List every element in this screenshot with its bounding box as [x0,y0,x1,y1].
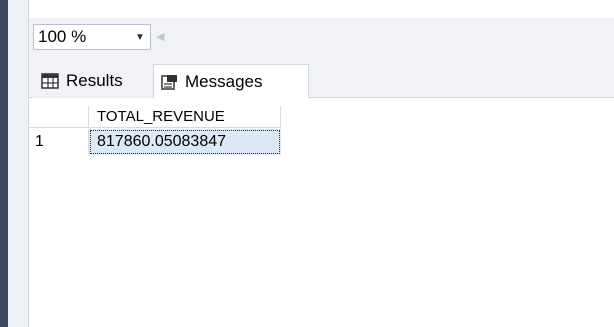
table-row: 1 817860.05083847 [29,129,614,155]
grid-corner[interactable] [29,106,89,128]
tab-results-label: Results [66,71,123,90]
grid-header-row: TOTAL_REVENUE [29,106,614,128]
zoom-value: 100 % [38,27,87,46]
results-tabs: Results Messages [29,56,614,98]
results-grid: TOTAL_REVENUE 1 817860.05083847 [29,98,614,327]
messages-icon [160,74,178,90]
dropdown-arrow-icon[interactable]: ▼ [130,32,150,43]
grid-icon [41,73,59,89]
results-pane: 100 % ▼ ◀ Results Messages TOTAL_REVENUE… [0,0,614,327]
tab-results[interactable]: Results [33,64,151,98]
left-window-border [0,0,8,327]
zoom-toolbar: 100 % ▼ ◀ [29,18,614,56]
column-header[interactable]: TOTAL_REVENUE [89,106,281,128]
left-gutter [8,0,29,327]
zoom-dropdown[interactable]: 100 % ▼ [33,24,151,50]
grid-cell[interactable]: 817860.05083847 [89,129,281,155]
tab-messages-label: Messages [185,71,263,91]
row-number[interactable]: 1 [29,129,89,155]
top-strip [29,0,614,18]
scroll-left-icon[interactable]: ◀ [156,30,164,43]
tab-messages[interactable]: Messages [153,64,309,98]
